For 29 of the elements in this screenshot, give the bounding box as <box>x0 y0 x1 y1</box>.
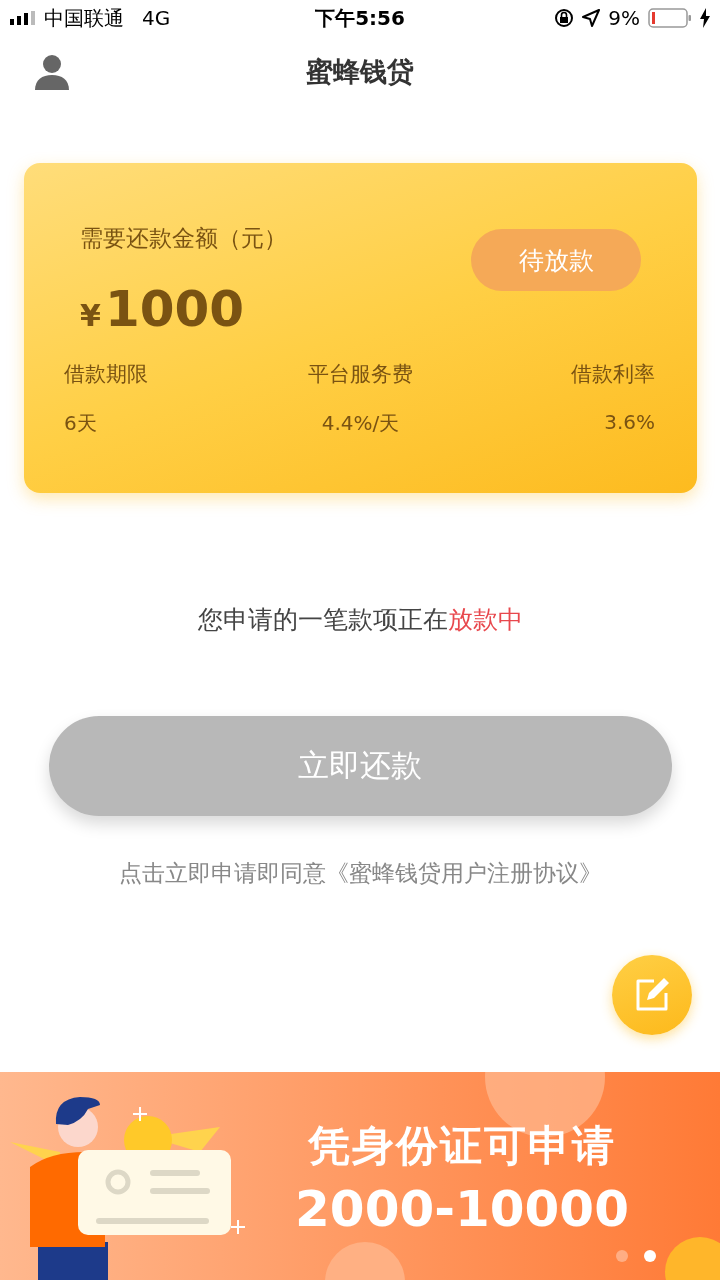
battery-icon <box>648 8 692 28</box>
banner-headline: 凭身份证可申请 <box>308 1120 616 1172</box>
amount-value: 1000 <box>104 280 245 338</box>
carousel-dot[interactable] <box>644 1250 656 1262</box>
carousel-dot[interactable] <box>616 1250 628 1262</box>
network-type: 4G <box>142 6 171 30</box>
status-time: 下午5:56 <box>315 4 405 32</box>
stat-label: 借款期限 <box>64 361 148 388</box>
user-icon[interactable] <box>34 54 70 90</box>
stat-value: 6天 <box>64 410 97 437</box>
location-icon <box>582 9 601 27</box>
signal-icon <box>10 11 36 25</box>
promo-banner[interactable]: 凭身份证可申请 2000-10000 <box>0 1072 720 1280</box>
edit-button[interactable] <box>612 955 692 1035</box>
carrier-name: 中国联通 <box>44 4 124 32</box>
stat-value: 3.6% <box>604 410 655 434</box>
stat-label: 平台服务费 <box>308 361 413 388</box>
battery-percent: 9% <box>608 6 640 30</box>
notice-text: 您申请的一笔款项正在放款中 <box>196 604 524 636</box>
agreement-text[interactable]: 点击立即申请即同意《蜜蜂钱贷用户注册协议》 <box>0 858 720 889</box>
app-title: 蜜蜂钱贷 <box>306 55 414 89</box>
charging-icon <box>700 8 710 28</box>
status-badge: 待放款 <box>471 229 641 291</box>
rotation-lock-icon <box>554 8 575 28</box>
currency-symbol: ¥ <box>80 298 101 333</box>
stat-label: 借款利率 <box>571 361 655 388</box>
stat-value: 4.4%/天 <box>321 410 400 437</box>
banner-amount-range: 2000-10000 <box>295 1180 629 1238</box>
amount-label: 需要还款金额（元） <box>80 224 287 253</box>
